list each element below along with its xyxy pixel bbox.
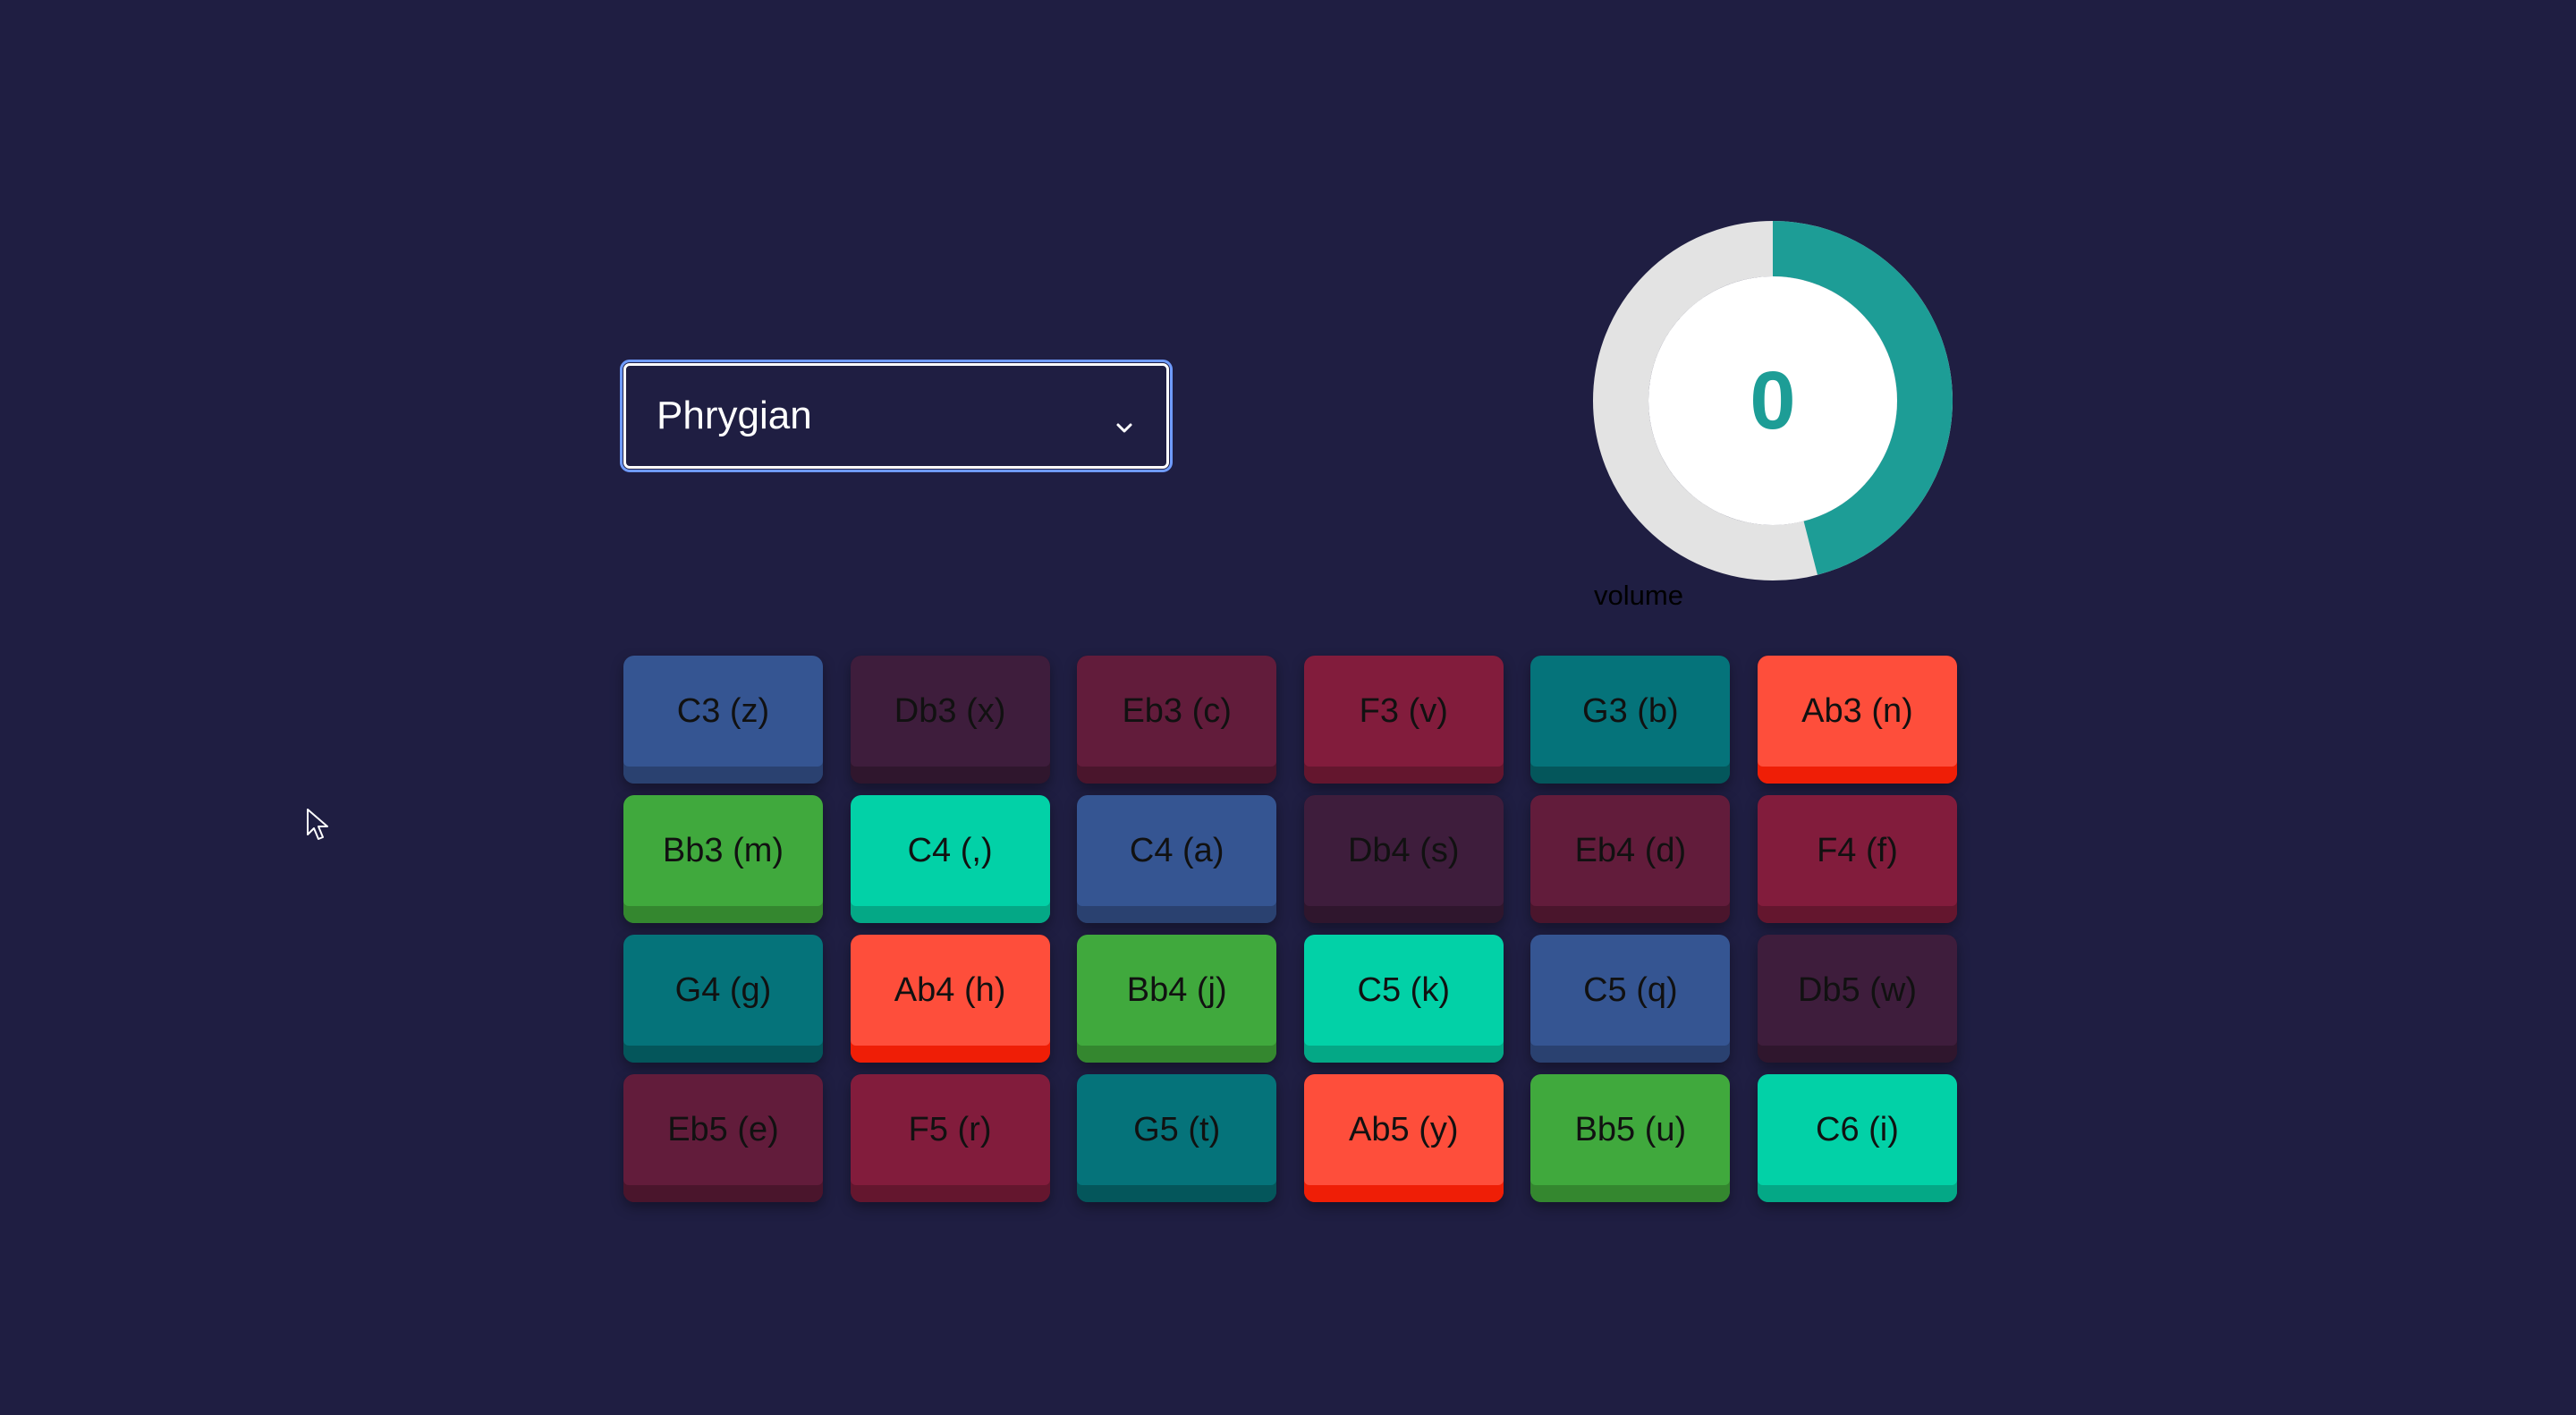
mouse-pointer-icon bbox=[306, 808, 331, 848]
drum-pad-lip bbox=[1303, 903, 1504, 923]
scale-select[interactable]: Phrygian bbox=[620, 360, 1173, 472]
drum-pad-label: Db4 (s) bbox=[1303, 795, 1504, 906]
drum-pad-lip bbox=[1530, 764, 1731, 784]
drum-pad-lip bbox=[1757, 1182, 1957, 1202]
drum-pad-label: C4 (,) bbox=[850, 795, 1050, 906]
drum-machine-app: Phrygian 0 volume C3 (z) Db3 (x) Eb3 (c) F3… bbox=[0, 0, 2576, 1415]
drum-pad[interactable]: Db4 (s) bbox=[1303, 795, 1504, 923]
drum-pad-label: G3 (b) bbox=[1530, 656, 1731, 767]
drum-pad-lip bbox=[1077, 903, 1277, 923]
drum-pad-lip bbox=[1530, 903, 1731, 923]
drum-pad-lip bbox=[850, 903, 1050, 923]
drum-pad[interactable]: F5 (r) bbox=[850, 1074, 1050, 1202]
volume-knob[interactable]: 0 bbox=[1593, 221, 1953, 580]
drum-pad-lip bbox=[623, 1182, 823, 1202]
drum-pad-lip bbox=[1757, 1043, 1957, 1063]
drum-pad-label: Bb3 (m) bbox=[623, 795, 823, 906]
drum-pad-label: Eb4 (d) bbox=[1530, 795, 1731, 906]
drum-pad[interactable]: Bb3 (m) bbox=[623, 795, 823, 923]
drum-pad-label: Ab4 (h) bbox=[850, 935, 1050, 1046]
drum-pad[interactable]: C3 (z) bbox=[623, 656, 823, 784]
drum-pad-label: C4 (a) bbox=[1077, 795, 1277, 906]
drum-pad-lip bbox=[1757, 764, 1957, 784]
drum-pad[interactable]: Bb5 (u) bbox=[1530, 1074, 1731, 1202]
drum-pad[interactable]: Bb4 (j) bbox=[1077, 935, 1277, 1063]
volume-value: 0 bbox=[1750, 354, 1796, 446]
drum-pad-label: C5 (q) bbox=[1530, 935, 1731, 1046]
drum-pad[interactable]: G3 (b) bbox=[1530, 656, 1731, 784]
drum-pad-label: F4 (f) bbox=[1757, 795, 1957, 906]
drum-pad-lip bbox=[623, 764, 823, 784]
drum-pad-label: Bb5 (u) bbox=[1530, 1074, 1731, 1185]
drum-pad-label: G5 (t) bbox=[1077, 1074, 1277, 1185]
drum-pad[interactable]: Ab5 (y) bbox=[1303, 1074, 1504, 1202]
drum-pad-lip bbox=[623, 903, 823, 923]
drum-pad-lip bbox=[1757, 903, 1957, 923]
drum-pad-lip bbox=[1077, 764, 1277, 784]
drum-pad-lip bbox=[850, 764, 1050, 784]
drum-pad-label: Ab5 (y) bbox=[1303, 1074, 1504, 1185]
drum-pad[interactable]: Eb3 (c) bbox=[1077, 656, 1277, 784]
drum-pad[interactable]: C4 (a) bbox=[1077, 795, 1277, 923]
drum-pad[interactable]: G4 (g) bbox=[623, 935, 823, 1063]
scale-select-value: Phrygian bbox=[657, 394, 812, 437]
drum-pad-lip bbox=[1077, 1043, 1277, 1063]
pad-grid: C3 (z) Db3 (x) Eb3 (c) F3 (v) G3 (b) Ab3 (n) B… bbox=[623, 656, 1957, 1202]
drum-pad-label: Db5 (w) bbox=[1757, 935, 1957, 1046]
drum-pad-label: C3 (z) bbox=[623, 656, 823, 767]
drum-pad-label: Ab3 (n) bbox=[1757, 656, 1957, 767]
chevron-down-icon bbox=[1113, 404, 1136, 433]
drum-pad[interactable]: Ab4 (h) bbox=[850, 935, 1050, 1063]
drum-pad-lip bbox=[850, 1043, 1050, 1063]
drum-pad[interactable]: C4 (,) bbox=[850, 795, 1050, 923]
drum-pad-label: Eb3 (c) bbox=[1077, 656, 1277, 767]
drum-pad[interactable]: Eb4 (d) bbox=[1530, 795, 1731, 923]
drum-pad[interactable]: Db3 (x) bbox=[850, 656, 1050, 784]
drum-pad-lip bbox=[850, 1182, 1050, 1202]
drum-pad[interactable]: Db5 (w) bbox=[1757, 935, 1957, 1063]
drum-pad[interactable]: G5 (t) bbox=[1077, 1074, 1277, 1202]
drum-pad[interactable]: F4 (f) bbox=[1757, 795, 1957, 923]
volume-label: volume bbox=[1594, 580, 1683, 611]
drum-pad-lip bbox=[1077, 1182, 1277, 1202]
drum-pad[interactable]: C5 (k) bbox=[1303, 935, 1504, 1063]
drum-pad-label: Bb4 (j) bbox=[1077, 935, 1277, 1046]
drum-pad-label: G4 (g) bbox=[623, 935, 823, 1046]
drum-pad-lip bbox=[1303, 1182, 1504, 1202]
drum-pad-label: C5 (k) bbox=[1303, 935, 1504, 1046]
drum-pad-lip bbox=[1303, 1043, 1504, 1063]
drum-pad-lip bbox=[623, 1043, 823, 1063]
drum-pad-label: F5 (r) bbox=[850, 1074, 1050, 1185]
drum-pad-lip bbox=[1530, 1182, 1731, 1202]
drum-pad[interactable]: C6 (i) bbox=[1757, 1074, 1957, 1202]
drum-pad-lip bbox=[1303, 764, 1504, 784]
drum-pad[interactable]: C5 (q) bbox=[1530, 935, 1731, 1063]
drum-pad[interactable]: F3 (v) bbox=[1303, 656, 1504, 784]
drum-pad-lip bbox=[1530, 1043, 1731, 1063]
drum-pad-label: F3 (v) bbox=[1303, 656, 1504, 767]
drum-pad[interactable]: Eb5 (e) bbox=[623, 1074, 823, 1202]
drum-pad-label: Db3 (x) bbox=[850, 656, 1050, 767]
drum-pad[interactable]: Ab3 (n) bbox=[1757, 656, 1957, 784]
drum-pad-label: Eb5 (e) bbox=[623, 1074, 823, 1185]
drum-pad-label: C6 (i) bbox=[1757, 1074, 1957, 1185]
